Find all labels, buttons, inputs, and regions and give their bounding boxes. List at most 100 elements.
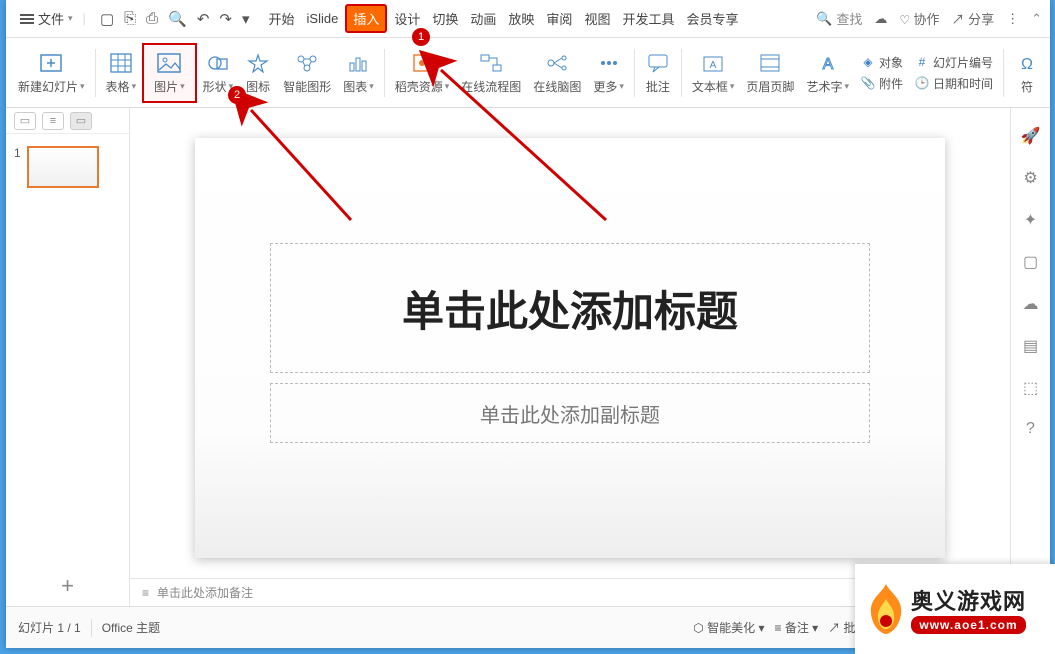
- rail-template-icon[interactable]: ▤: [1023, 336, 1038, 356]
- panel-tabs: ▭ ≡ ▭: [6, 108, 129, 134]
- wordart-button[interactable]: A 艺术字▾: [800, 43, 855, 103]
- rail-help-icon[interactable]: ?: [1026, 420, 1035, 438]
- datetime-icon: 🕒: [915, 76, 929, 90]
- table-icon: [108, 50, 134, 76]
- notes-placeholder: 单击此处添加备注: [157, 584, 253, 601]
- panel-tab-outline[interactable]: ≡: [42, 112, 64, 130]
- watermark-url: www.aoe1.com: [911, 616, 1026, 634]
- search-icon: 🔍: [816, 11, 832, 27]
- panel-tab-thumbnails[interactable]: ▭: [14, 112, 36, 130]
- svg-text:A: A: [822, 56, 833, 73]
- ribbon-small-group: ◈对象 📎附件: [855, 54, 909, 92]
- ribbon-tabs: 开始 iSlide 插入 设计 切换 动画 放映 审阅 视图 开发工具 会员专享: [264, 4, 744, 33]
- rail-layers-icon[interactable]: ▢: [1023, 252, 1038, 272]
- picture-button[interactable]: 图片▾: [142, 43, 197, 103]
- file-label: 文件: [38, 9, 64, 28]
- chart-button[interactable]: 图表▾: [337, 43, 380, 103]
- cloud-icon[interactable]: ☁: [874, 11, 887, 27]
- canvas[interactable]: 单击此处添加标题 单击此处添加副标题: [130, 108, 1010, 606]
- symbol-button[interactable]: Ω 符: [1008, 43, 1042, 103]
- tab-slideshow[interactable]: 放映: [503, 5, 539, 32]
- datetime-button[interactable]: 🕒日期和时间: [915, 75, 993, 92]
- wordart-icon: A: [815, 50, 841, 76]
- new-slide-icon: [38, 50, 64, 76]
- save-icon[interactable]: ▢: [100, 10, 114, 28]
- callout-badge-2: 2: [228, 86, 246, 104]
- slidenum-button[interactable]: #幻灯片编号: [915, 54, 993, 71]
- comment-button[interactable]: 批注: [639, 43, 677, 103]
- tab-start[interactable]: 开始: [264, 5, 300, 32]
- icon-label: 图标: [246, 78, 270, 95]
- new-slide-button[interactable]: 新建幻灯片▾: [12, 43, 91, 103]
- title-placeholder[interactable]: 单击此处添加标题: [270, 243, 870, 373]
- wordart-label: 艺术字: [806, 78, 842, 95]
- watermark-logo: 奥义游戏网 www.aoe1.com: [855, 564, 1055, 654]
- attach-label: 附件: [879, 75, 903, 92]
- tab-transition[interactable]: 切换: [427, 5, 463, 32]
- textbox-label: 文本框: [692, 78, 728, 95]
- chevron-down-icon: ▾: [68, 13, 73, 24]
- tab-review[interactable]: 审阅: [541, 5, 577, 32]
- svg-text:Ω: Ω: [1021, 56, 1033, 73]
- tab-islide[interactable]: iSlide: [302, 7, 344, 30]
- flowchart-button[interactable]: 在线流程图: [455, 43, 527, 103]
- rail-cloud-icon[interactable]: ☁: [1023, 294, 1039, 314]
- search-box[interactable]: 🔍 查找: [816, 9, 862, 28]
- picture-label: 图片: [154, 78, 178, 95]
- comment-label: 批注: [646, 78, 670, 95]
- docer-button[interactable]: 稻壳资源▾: [389, 43, 456, 103]
- rail-settings-icon[interactable]: ⚙: [1023, 168, 1037, 188]
- textbox-button[interactable]: A 文本框▾: [686, 43, 741, 103]
- save-as-icon[interactable]: ⎘: [124, 10, 136, 28]
- more-button[interactable]: 更多▾: [587, 43, 630, 103]
- tab-devtools[interactable]: 开发工具: [617, 5, 679, 32]
- search-placeholder: 查找: [836, 9, 862, 28]
- topbar-right: 🔍 查找 ☁ ♡ 协作 ↗ 分享 ⋮ ⌃: [816, 9, 1042, 28]
- expand-icon[interactable]: ⌃: [1031, 11, 1042, 27]
- headerfooter-button[interactable]: 页眉页脚: [740, 43, 800, 103]
- table-button[interactable]: 表格▾: [100, 43, 143, 103]
- print-icon[interactable]: ⎙: [146, 10, 158, 28]
- rail-rocket-icon[interactable]: 🚀: [1021, 126, 1041, 146]
- rail-cube-icon[interactable]: ⬚: [1023, 378, 1038, 398]
- object-button[interactable]: ◈对象: [861, 54, 903, 71]
- add-slide-button[interactable]: +: [6, 566, 129, 606]
- file-menu-button[interactable]: 文件 ▾: [14, 5, 79, 32]
- panel-tab-slides[interactable]: ▭: [70, 112, 92, 130]
- slide: 单击此处添加标题 单击此处添加副标题: [195, 138, 945, 558]
- subtitle-placeholder[interactable]: 单击此处添加副标题: [270, 383, 870, 443]
- tab-member[interactable]: 会员专享: [681, 5, 743, 32]
- thumbnail-preview: [27, 146, 99, 188]
- quick-access-toolbar: ▢ ⎘ ⎙ 🔍 ↶ ↷ ▾: [100, 10, 250, 28]
- ribbon-small-group-2: #幻灯片编号 🕒日期和时间: [909, 54, 999, 92]
- rail-star-icon[interactable]: ✦: [1024, 210, 1037, 230]
- share-button[interactable]: ↗ 分享: [951, 9, 994, 28]
- thumb-number: 1: [14, 146, 21, 160]
- beautify-button[interactable]: ⬡ 智能美化 ▾: [693, 619, 764, 636]
- smartart-button[interactable]: 智能图形: [277, 43, 337, 103]
- collab-button[interactable]: ♡ 协作: [899, 9, 939, 28]
- chart-icon: [345, 50, 371, 76]
- notes-toggle[interactable]: ≡ 备注 ▾: [774, 619, 818, 636]
- preview-icon[interactable]: 🔍: [168, 10, 187, 28]
- slide-panel: ▭ ≡ ▭ 1 +: [6, 108, 130, 606]
- watermark-title: 奥义游戏网: [911, 584, 1026, 616]
- tab-insert[interactable]: 插入: [345, 4, 387, 33]
- theme-name: Office 主题: [102, 619, 160, 636]
- hamburger-icon: [20, 14, 34, 24]
- more-menu-icon[interactable]: ⋮: [1006, 11, 1019, 27]
- tab-animation[interactable]: 动画: [465, 5, 501, 32]
- undo-icon[interactable]: ↶: [197, 10, 210, 28]
- shape-icon: [205, 50, 231, 76]
- chart-label: 图表: [343, 78, 367, 95]
- mindmap-button[interactable]: 在线脑图: [527, 43, 587, 103]
- thumbnail-item[interactable]: 1: [14, 146, 121, 188]
- symbol-label: 符: [1021, 78, 1033, 95]
- content-area: ▭ ≡ ▭ 1 + 单击此处添加标题 单击此处添加副标题 🚀 ⚙ ✦: [6, 108, 1050, 606]
- icon-lib-icon: [245, 50, 271, 76]
- redo-icon[interactable]: ↷: [219, 10, 232, 28]
- tab-view[interactable]: 视图: [579, 5, 615, 32]
- attach-button[interactable]: 📎附件: [861, 75, 903, 92]
- docer-label: 稻壳资源: [395, 78, 443, 95]
- qat-more-icon[interactable]: ▾: [242, 10, 250, 28]
